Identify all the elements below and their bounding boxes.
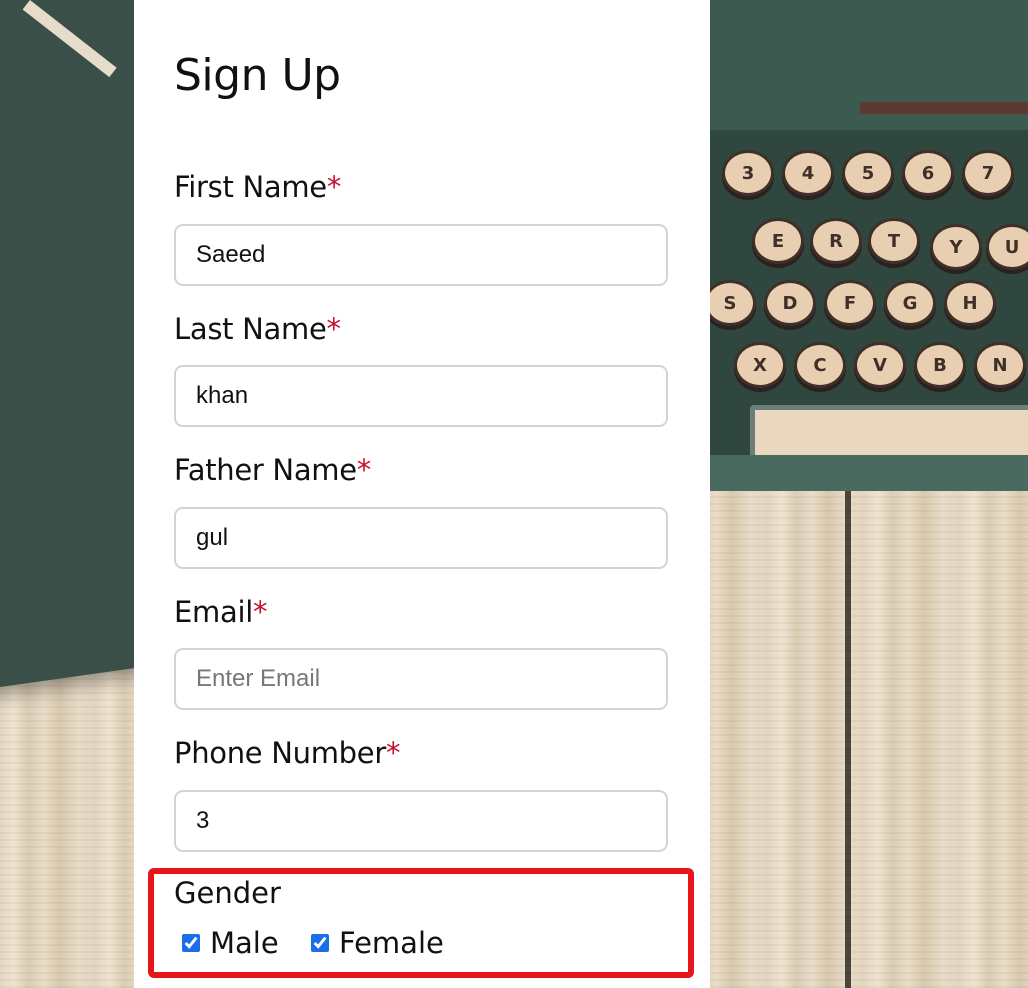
first-name-input[interactable]: [174, 224, 668, 286]
typewriter-key: 3: [722, 150, 774, 196]
typewriter-key: V: [854, 342, 906, 388]
first-name-label: First Name*: [174, 170, 342, 204]
gender-option-female[interactable]: Female: [311, 926, 444, 960]
page-title: Sign Up: [174, 50, 341, 101]
required-asterisk: *: [385, 736, 401, 770]
typewriter-key: F: [824, 280, 876, 326]
typewriter-key: R: [810, 218, 862, 264]
typewriter-key: 7: [962, 150, 1014, 196]
female-checkbox[interactable]: [311, 934, 329, 952]
male-label: Male: [210, 926, 279, 960]
required-asterisk: *: [356, 453, 372, 487]
phone-number-input[interactable]: [174, 790, 668, 852]
typewriter-key: E: [752, 218, 804, 264]
required-asterisk: *: [326, 312, 341, 346]
email-label: Email*: [174, 595, 268, 629]
required-asterisk: *: [252, 595, 268, 629]
email-input[interactable]: [174, 648, 668, 710]
father-name-input[interactable]: [174, 507, 668, 569]
typewriter-key: H: [944, 280, 996, 326]
typewriter-key: C: [794, 342, 846, 388]
required-asterisk: *: [326, 170, 342, 204]
plank-seam: [845, 480, 851, 988]
typewriter-key: S: [704, 280, 756, 326]
typewriter-key: B: [914, 342, 966, 388]
typewriter-key: 5: [842, 150, 894, 196]
last-name-label: Last Name*: [174, 312, 341, 346]
typewriter-slot: [860, 102, 1028, 114]
notebook: [0, 0, 140, 693]
male-checkbox[interactable]: [182, 934, 200, 952]
typewriter-key: N: [974, 342, 1026, 388]
typewriter-key: T: [868, 218, 920, 264]
typewriter-key: D: [764, 280, 816, 326]
last-name-input[interactable]: [174, 365, 668, 427]
father-name-label: Father Name*: [174, 453, 371, 487]
typewriter-key: X: [734, 342, 786, 388]
typewriter-base: [700, 455, 1028, 491]
gender-option-male[interactable]: Male: [182, 926, 279, 960]
typewriter-key: 4: [782, 150, 834, 196]
female-label: Female: [339, 926, 444, 960]
typewriter-key: Y: [930, 224, 982, 270]
typewriter-key: 6: [902, 150, 954, 196]
typewriter-key: G: [884, 280, 936, 326]
phone-number-label: Phone Number*: [174, 736, 401, 770]
gender-label: Gender: [174, 876, 281, 910]
